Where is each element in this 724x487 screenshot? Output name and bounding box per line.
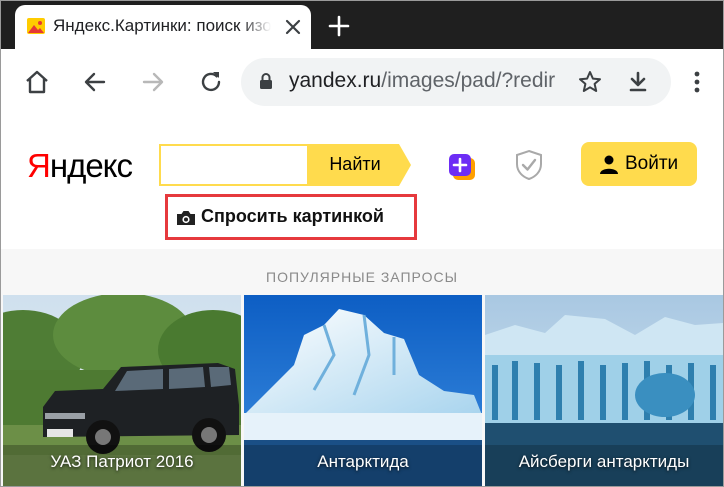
- popular-tile-antarctica[interactable]: Антарктида: [244, 295, 482, 486]
- more-menu-icon[interactable]: [685, 69, 709, 95]
- collections-plus-icon[interactable]: [445, 149, 477, 181]
- ask-by-image-button[interactable]: Спросить картинкой: [165, 194, 417, 240]
- tile-label: Антарктида: [317, 452, 409, 471]
- home-icon[interactable]: [23, 68, 51, 96]
- camera-icon: [177, 211, 195, 225]
- ask-by-image-label: Спросить картинкой: [201, 206, 384, 226]
- search-input[interactable]: [159, 144, 309, 186]
- tile-label: Айсберги антарктиды: [518, 452, 690, 471]
- download-icon[interactable]: [625, 69, 651, 95]
- forward-arrow-icon[interactable]: [139, 68, 167, 96]
- browser-tab[interactable]: Яндекс.Картинки: поиск изображений в инт…: [15, 5, 311, 49]
- popular-tile-uaz[interactable]: УАЗ Патриот 2016: [3, 295, 241, 486]
- browser-toolbar: yandex.ru/images/pad/?redir: [1, 49, 723, 115]
- popular-queries-title: ПОПУЛЯРНЫЕ ЗАПРОСЫ: [266, 269, 458, 285]
- bookmark-star-icon[interactable]: [577, 69, 603, 95]
- logo-rest: ндекс: [49, 147, 133, 184]
- tab-strip: Яндекс.Картинки: поиск изображений в инт…: [1, 1, 723, 49]
- shield-check-icon[interactable]: [514, 149, 544, 181]
- back-arrow-icon[interactable]: [81, 68, 109, 96]
- url-host: yandex.ru: [289, 69, 382, 92]
- yandex-header: Яндекс Найти Войти Спросить картинкой: [1, 115, 723, 249]
- login-button[interactable]: Войти: [581, 142, 697, 186]
- logo-first-letter: Я: [27, 147, 51, 184]
- search-button[interactable]: Найти: [307, 144, 411, 186]
- address-bar[interactable]: yandex.ru/images/pad/?redir: [241, 58, 671, 106]
- user-icon: [600, 155, 618, 174]
- popular-tile-icebergs[interactable]: Айсберги антарктиды: [485, 295, 723, 486]
- search-button-label: Найти: [329, 154, 381, 174]
- image-favicon-icon: [27, 18, 45, 34]
- tab-title: Яндекс.Картинки: поиск изображений в инт…: [53, 16, 271, 38]
- lock-icon: [260, 73, 272, 89]
- browser-window: Яндекс.Картинки: поиск изображений в инт…: [0, 0, 724, 487]
- new-tab-plus-icon[interactable]: [327, 14, 351, 38]
- url-text[interactable]: yandex.ru/images/pad/?redir: [289, 69, 561, 95]
- url-path: /images/pad/?redir: [381, 69, 556, 92]
- reload-icon[interactable]: [197, 68, 225, 96]
- close-tab-icon[interactable]: [283, 17, 303, 37]
- tile-label: УАЗ Патриот 2016: [50, 452, 194, 471]
- yandex-logo[interactable]: Яндекс: [27, 147, 133, 185]
- login-button-label: Войти: [625, 153, 679, 174]
- popular-queries-section: ПОПУЛЯРНЫЕ ЗАПРОСЫ УАЗ Патриот 2016 Анта…: [1, 249, 723, 486]
